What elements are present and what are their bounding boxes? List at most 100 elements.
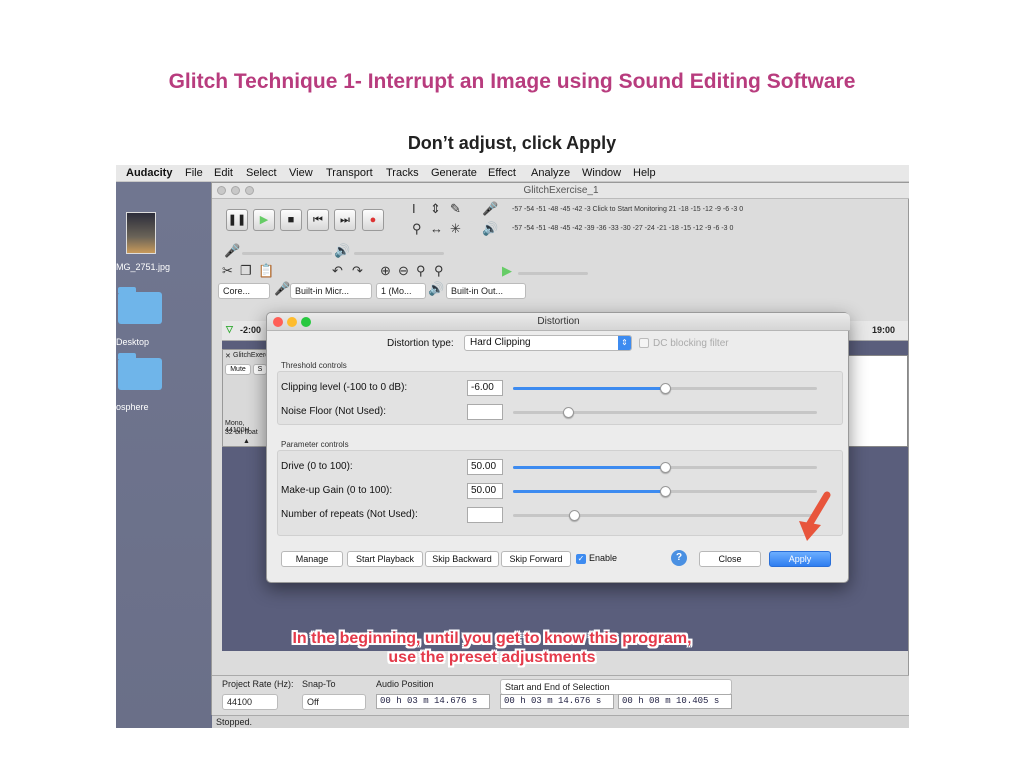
- copy-icon[interactable]: ❐: [240, 263, 252, 279]
- track-close-icon[interactable]: ✕: [225, 352, 231, 360]
- menu-bar: Audacity File Edit Select View Transport…: [116, 165, 909, 182]
- record-volume-slider[interactable]: [242, 252, 332, 255]
- dialog-minimize-icon[interactable]: [287, 317, 297, 327]
- track-control-panel[interactable]: ✕ GlitchExercis Mute S Mono, 44100H 32-b…: [222, 349, 274, 447]
- menu-tracks[interactable]: Tracks: [386, 167, 419, 179]
- makeup-gain-input[interactable]: 50.00: [467, 483, 503, 499]
- pause-button[interactable]: ❚❚: [226, 209, 248, 231]
- project-rate-label: Project Rate (Hz):: [222, 679, 294, 689]
- multi-tool-icon[interactable]: ✳: [450, 221, 461, 237]
- slider-track[interactable]: [513, 514, 817, 517]
- enable-label: Enable: [589, 553, 618, 563]
- menu-app-audacity[interactable]: Audacity: [126, 167, 172, 179]
- zoom-out-icon[interactable]: ⊖: [398, 263, 409, 279]
- selection-mode-select[interactable]: Start and End of Selection: [500, 679, 732, 695]
- image-file-icon[interactable]: [126, 212, 156, 254]
- audio-position-label: Audio Position: [376, 679, 434, 689]
- slider-knob[interactable]: [660, 486, 671, 497]
- speaker-icon[interactable]: 🔊: [482, 221, 498, 237]
- slider-knob[interactable]: [569, 510, 580, 521]
- dc-blocking-label: DC blocking filter: [653, 338, 729, 349]
- undo-icon[interactable]: ↶: [332, 263, 343, 279]
- play-button[interactable]: ▶: [253, 209, 275, 231]
- folder-icon[interactable]: [118, 287, 162, 324]
- draw-tool-icon[interactable]: ✎: [450, 201, 461, 217]
- parameter-group-title: Parameter controls: [281, 440, 349, 449]
- slider-knob[interactable]: [563, 407, 574, 418]
- distortion-type-select[interactable]: Hard Clipping ⇕: [464, 335, 632, 351]
- clipping-level-input[interactable]: -6.00: [467, 380, 503, 396]
- cut-icon[interactable]: ✂: [222, 263, 233, 279]
- folder-icon[interactable]: [118, 353, 162, 390]
- dc-blocking-checkbox[interactable]: [639, 338, 649, 348]
- skip-start-button[interactable]: ⏮: [307, 209, 329, 231]
- snap-to-select[interactable]: Off: [302, 694, 366, 710]
- enable-checkbox[interactable]: ✓: [576, 554, 586, 564]
- minimize-window-icon[interactable]: [231, 186, 240, 195]
- envelope-tool-icon[interactable]: ⇕: [430, 201, 441, 217]
- menu-help[interactable]: Help: [633, 167, 656, 179]
- audio-position-field[interactable]: 00 h 03 m 14.676 s: [376, 694, 490, 709]
- playback-volume-slider[interactable]: [354, 252, 444, 255]
- stop-button[interactable]: ■: [280, 209, 302, 231]
- makeup-gain-slider[interactable]: [513, 486, 817, 497]
- slider-knob[interactable]: [660, 462, 671, 473]
- close-window-icon[interactable]: [217, 186, 226, 195]
- selection-end-field[interactable]: 00 h 08 m 10.405 s: [618, 694, 732, 709]
- dialog-close-icon[interactable]: [273, 317, 283, 327]
- selection-tool-icon[interactable]: I: [412, 201, 416, 216]
- play-speed-slider[interactable]: [518, 272, 588, 275]
- menu-view[interactable]: View: [289, 167, 313, 179]
- menu-transport[interactable]: Transport: [326, 167, 373, 179]
- fit-project-icon[interactable]: ⚲: [434, 263, 444, 279]
- drive-slider[interactable]: [513, 462, 817, 473]
- noise-floor-slider[interactable]: [513, 407, 817, 418]
- manage-button[interactable]: Manage: [281, 551, 343, 567]
- record-button[interactable]: ●: [362, 209, 384, 231]
- close-button[interactable]: Close: [699, 551, 761, 567]
- clipping-level-slider[interactable]: [513, 383, 817, 394]
- play-at-speed-icon[interactable]: ▶: [502, 263, 512, 279]
- input-device-select[interactable]: Built-in Micr...: [290, 283, 372, 299]
- zoom-window-icon[interactable]: [245, 186, 254, 195]
- redo-icon[interactable]: ↷: [352, 263, 363, 279]
- microphone-icon[interactable]: 🎤: [482, 201, 498, 217]
- menu-window[interactable]: Window: [582, 167, 621, 179]
- apply-button[interactable]: Apply: [769, 551, 831, 567]
- zoom-tool-icon[interactable]: ⚲: [412, 221, 422, 237]
- help-icon[interactable]: ?: [671, 550, 687, 566]
- slider-knob[interactable]: [660, 383, 671, 394]
- menu-edit[interactable]: Edit: [214, 167, 233, 179]
- menu-select[interactable]: Select: [246, 167, 277, 179]
- timeshift-tool-icon[interactable]: ↔: [430, 221, 443, 236]
- skip-end-button[interactable]: ⏭: [334, 209, 356, 231]
- menu-generate[interactable]: Generate: [431, 167, 477, 179]
- skip-forward-button[interactable]: Skip Forward: [501, 551, 571, 567]
- audio-host-select[interactable]: Core...: [218, 283, 270, 299]
- repeats-label: Number of repeats (Not Used):: [281, 509, 418, 520]
- repeats-slider[interactable]: [513, 510, 817, 521]
- collapse-track-icon[interactable]: ▲: [243, 438, 250, 445]
- noise-floor-input[interactable]: [467, 404, 503, 420]
- start-playback-button[interactable]: Start Playback: [347, 551, 423, 567]
- menu-file[interactable]: File: [185, 167, 203, 179]
- playback-meter[interactable]: -57 -54 -51 -48 -45 -42 -39 -36 -33 -30 …: [512, 225, 733, 232]
- output-device-select[interactable]: Built-in Out...: [446, 283, 526, 299]
- paste-icon[interactable]: 📋: [258, 263, 274, 279]
- slider-track[interactable]: [513, 411, 817, 414]
- play-head-icon: ▽: [226, 324, 233, 334]
- solo-button[interactable]: S: [253, 364, 267, 375]
- menu-analyze[interactable]: Analyze: [531, 167, 570, 179]
- input-channels-select[interactable]: 1 (Mo...: [376, 283, 426, 299]
- repeats-input[interactable]: [467, 507, 503, 523]
- drive-input[interactable]: 50.00: [467, 459, 503, 475]
- menu-effect[interactable]: Effect: [488, 167, 516, 179]
- dialog-zoom-icon[interactable]: [301, 317, 311, 327]
- skip-backward-button[interactable]: Skip Backward: [425, 551, 499, 567]
- fit-selection-icon[interactable]: ⚲: [416, 263, 426, 279]
- record-meter[interactable]: -57 -54 -51 -48 -45 -42 -3 Click to Star…: [512, 206, 743, 213]
- project-rate-select[interactable]: 44100: [222, 694, 278, 710]
- mute-button[interactable]: Mute: [225, 364, 251, 375]
- zoom-in-icon[interactable]: ⊕: [380, 263, 391, 279]
- selection-start-field[interactable]: 00 h 03 m 14.676 s: [500, 694, 614, 709]
